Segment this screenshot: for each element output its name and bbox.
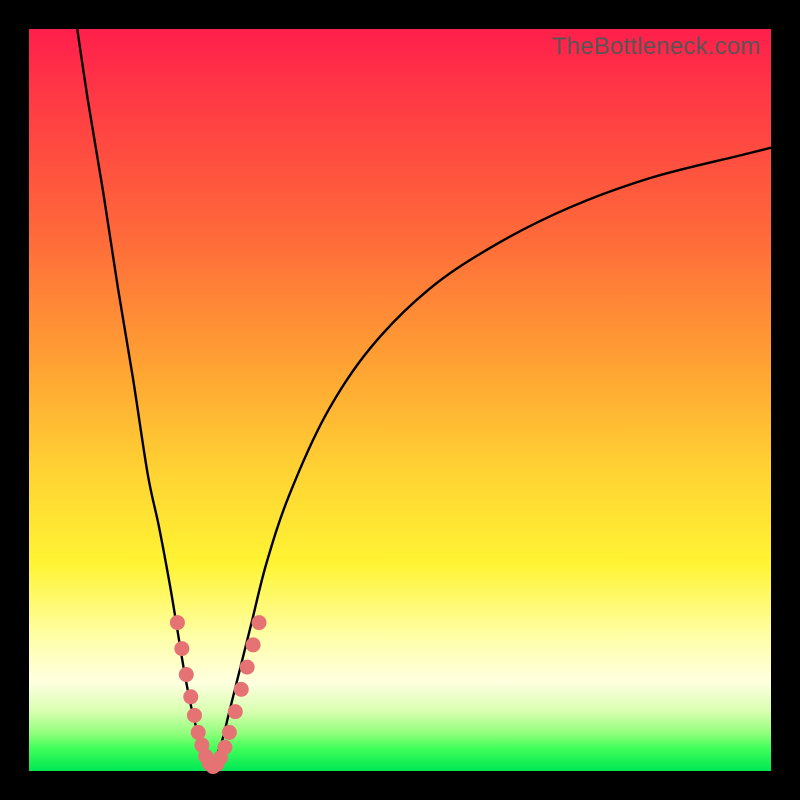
- curve-left-branch: [77, 29, 211, 767]
- curve-markers: [170, 615, 267, 774]
- curve-marker: [170, 615, 185, 630]
- curve-marker: [252, 615, 267, 630]
- curve-right-branch: [211, 148, 771, 768]
- curve-marker: [191, 725, 206, 740]
- curve-marker: [222, 725, 237, 740]
- plot-area: TheBottleneck.com: [29, 29, 771, 771]
- curve-marker: [246, 637, 261, 652]
- curve-marker: [179, 667, 194, 682]
- curve-marker: [187, 708, 202, 723]
- curve-marker: [217, 740, 232, 755]
- curve-layer: [29, 29, 771, 771]
- curve-marker: [174, 641, 189, 656]
- curve-marker: [234, 682, 249, 697]
- chart-frame: TheBottleneck.com: [0, 0, 800, 800]
- curve-marker: [228, 704, 243, 719]
- curve-marker: [240, 660, 255, 675]
- curve-marker: [183, 689, 198, 704]
